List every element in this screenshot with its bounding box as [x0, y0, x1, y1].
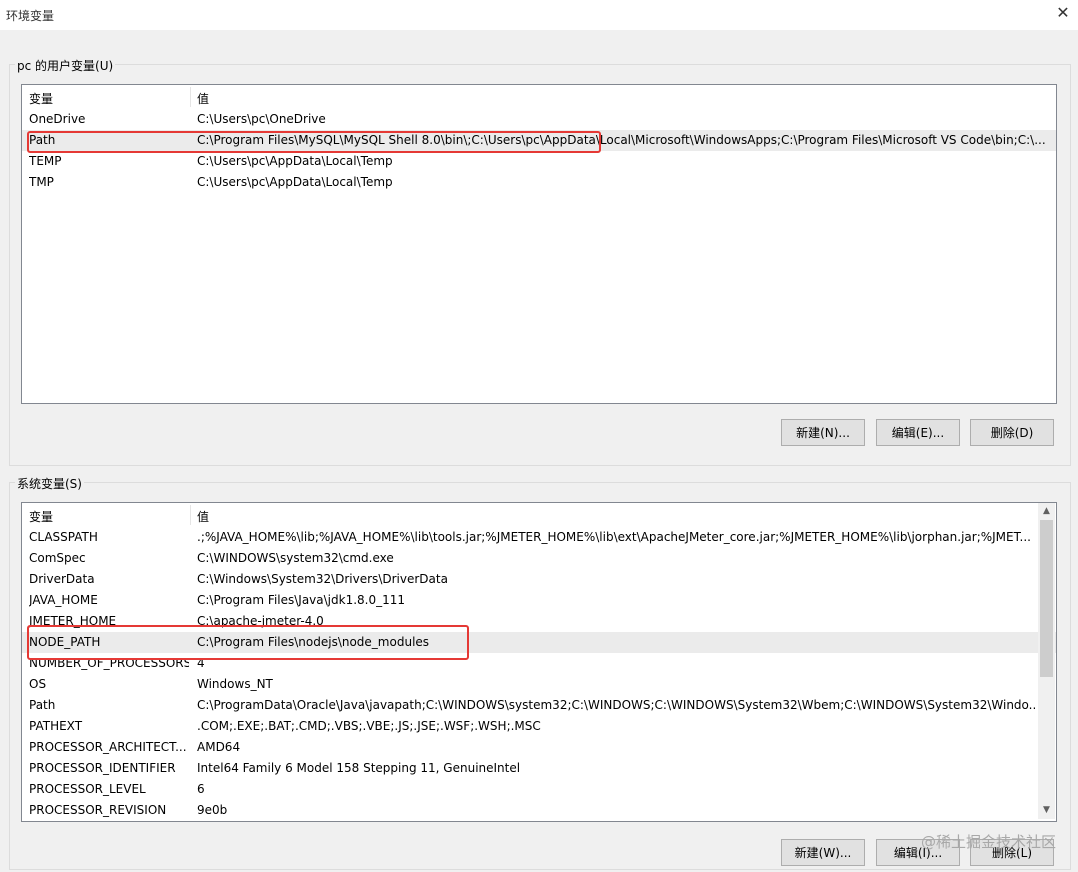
- variable-name: PROCESSOR_LEVEL: [29, 782, 146, 796]
- variable-value: C:\WINDOWS\system32\cmd.exe: [197, 551, 394, 565]
- watermark: @稀土掘金技术社区: [920, 833, 1056, 851]
- scroll-up-icon[interactable]: ▲: [1038, 503, 1055, 520]
- vertical-scrollbar[interactable]: ▲ ▼: [1038, 503, 1055, 819]
- variable-name: Path: [29, 698, 56, 712]
- system-variables-list[interactable]: 变量 值 CLASSPATH .;%JAVA_HOME%\lib;%JAVA_H…: [21, 502, 1057, 822]
- variable-value: Intel64 Family 6 Model 158 Stepping 11, …: [197, 761, 521, 775]
- table-row[interactable]: TMP C:\Users\pc\AppData\Local\Temp: [22, 172, 1056, 193]
- table-row[interactable]: PROCESSOR_REVISION 9e0b: [22, 800, 1056, 821]
- variable-name: PROCESSOR_ARCHITECT...: [29, 740, 187, 754]
- table-row[interactable]: PROCESSOR_ARCHITECT... AMD64: [22, 737, 1056, 758]
- variable-name: PATHEXT: [29, 719, 83, 733]
- scroll-down-icon[interactable]: ▼: [1038, 802, 1055, 819]
- variable-name: TMP: [29, 175, 54, 189]
- system-variables-label: 系统变量(S): [15, 475, 84, 492]
- variable-name: ComSpec: [29, 551, 86, 565]
- system-new-button[interactable]: 新建(W)...: [781, 839, 865, 866]
- variable-value: C:\Windows\System32\Drivers\DriverData: [197, 572, 448, 586]
- variable-name: OS: [29, 677, 47, 691]
- variable-name: DriverData: [29, 572, 95, 586]
- variable-name: PROCESSOR_REVISION: [29, 803, 167, 817]
- list-header: 变量 值: [22, 85, 1056, 109]
- window-title: 环境变量: [6, 9, 55, 23]
- scrollbar-thumb[interactable]: [1040, 520, 1053, 677]
- column-header-variable[interactable]: 变量: [29, 508, 53, 525]
- variable-value: Windows_NT: [197, 677, 273, 691]
- table-row[interactable]: PROCESSOR_LEVEL 6: [22, 779, 1056, 800]
- variable-name: TEMP: [29, 154, 62, 168]
- table-row[interactable]: JAVA_HOME C:\Program Files\Java\jdk1.8.0…: [22, 590, 1056, 611]
- variable-value: C:\ProgramData\Oracle\Java\javapath;C:\W…: [197, 698, 1035, 712]
- column-separator[interactable]: [190, 87, 191, 107]
- close-icon[interactable]: ✕: [1054, 4, 1072, 22]
- table-row[interactable]: TEMP C:\Users\pc\AppData\Local\Temp: [22, 151, 1056, 172]
- variable-name: PROCESSOR_IDENTIFIER: [29, 761, 176, 775]
- variable-name: JAVA_HOME: [29, 593, 98, 607]
- highlight-box-node-path: [27, 625, 469, 660]
- column-header-variable[interactable]: 变量: [29, 90, 53, 107]
- variable-value: C:\Users\pc\AppData\Local\Temp: [197, 154, 393, 168]
- table-row[interactable]: OneDrive C:\Users\pc\OneDrive: [22, 109, 1056, 130]
- variable-value: .;%JAVA_HOME%\lib;%JAVA_HOME%\lib\tools.…: [197, 530, 1031, 544]
- variable-value: 9e0b: [197, 803, 228, 817]
- user-variables-label: pc 的用户变量(U): [15, 57, 116, 74]
- highlight-box-path: [27, 131, 601, 153]
- variable-value: AMD64: [197, 740, 241, 754]
- user-new-button[interactable]: 新建(N)...: [781, 419, 865, 446]
- variable-value: C:\Program Files\Java\jdk1.8.0_111: [197, 593, 406, 607]
- title-bar: 环境变量 ✕: [0, 0, 1078, 30]
- variable-value: 6: [197, 782, 205, 796]
- table-row[interactable]: PROCESSOR_IDENTIFIER Intel64 Family 6 Mo…: [22, 758, 1056, 779]
- table-row[interactable]: PATHEXT .COM;.EXE;.BAT;.CMD;.VBS;.VBE;.J…: [22, 716, 1056, 737]
- user-edit-button[interactable]: 编辑(E)...: [876, 419, 960, 446]
- user-delete-button[interactable]: 删除(D): [970, 419, 1054, 446]
- table-row[interactable]: CLASSPATH .;%JAVA_HOME%\lib;%JAVA_HOME%\…: [22, 527, 1056, 548]
- variable-name: OneDrive: [29, 112, 86, 126]
- variable-value: C:\Users\pc\OneDrive: [197, 112, 326, 126]
- variable-value: .COM;.EXE;.BAT;.CMD;.VBS;.VBE;.JS;.JSE;.…: [197, 719, 541, 733]
- table-row[interactable]: OS Windows_NT: [22, 674, 1056, 695]
- list-header: 变量 值: [22, 503, 1056, 527]
- variable-name: CLASSPATH: [29, 530, 98, 544]
- table-row[interactable]: DriverData C:\Windows\System32\Drivers\D…: [22, 569, 1056, 590]
- column-header-value[interactable]: 值: [197, 90, 209, 107]
- table-row[interactable]: Path C:\ProgramData\Oracle\Java\javapath…: [22, 695, 1056, 716]
- table-row[interactable]: ComSpec C:\WINDOWS\system32\cmd.exe: [22, 548, 1056, 569]
- column-header-value[interactable]: 值: [197, 508, 209, 525]
- column-separator[interactable]: [190, 505, 191, 525]
- variable-value: C:\Users\pc\AppData\Local\Temp: [197, 175, 393, 189]
